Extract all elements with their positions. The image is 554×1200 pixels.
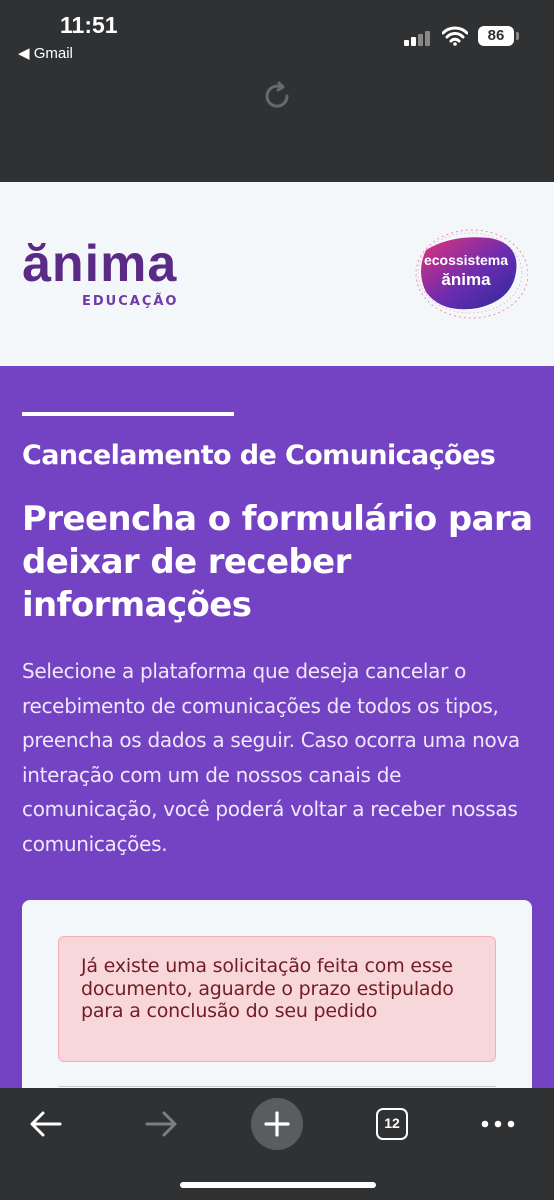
site-header: ănima EDUCAÇÃO ecossistema ănima [0, 182, 554, 366]
tabs-button[interactable]: 12 [366, 1098, 418, 1150]
ecossistema-anima-badge: ecossistema ănima [412, 226, 529, 322]
tab-count-badge: 12 [376, 1108, 408, 1140]
battery-indicator: 86 [478, 26, 519, 46]
status-time: 11:51 [60, 12, 118, 38]
status-bar: 11:51 ◀ Gmail 86 [0, 0, 554, 78]
browser-toolbar: 12 [0, 1088, 554, 1200]
page-title: Preencha o formulário para deixar de rec… [22, 499, 533, 625]
badge-line-2: ănima [441, 270, 491, 289]
more-dots-icon [481, 1120, 515, 1128]
hero-section: Cancelamento de Comunicações Preencha o … [0, 366, 554, 1100]
plus-icon [264, 1111, 290, 1137]
form-card: Já existe uma solicitação feita com esse… [22, 900, 532, 1100]
logo-subtitle: EDUCAÇÃO [82, 294, 179, 309]
new-tab-button[interactable] [251, 1098, 303, 1150]
anima-educacao-logo[interactable]: ănima EDUCAÇÃO [22, 235, 178, 309]
page-description: Selecione a plataforma que deseja cancel… [22, 659, 520, 856]
badge-line-1: ecossistema [423, 252, 509, 268]
arrow-left-icon [30, 1111, 62, 1137]
accent-divider [22, 412, 234, 416]
forward-button[interactable] [135, 1098, 187, 1150]
more-menu-button[interactable] [472, 1098, 524, 1150]
browser-top-bar [0, 78, 554, 182]
home-indicator [180, 1182, 376, 1188]
wifi-icon [442, 26, 468, 46]
error-alert: Já existe uma solicitação feita com esse… [58, 936, 496, 1062]
logo-wordmark: ănima [22, 235, 178, 293]
section-label: Cancelamento de Comunicações [22, 440, 496, 471]
reload-icon[interactable] [259, 78, 295, 114]
arrow-right-icon [145, 1111, 177, 1137]
back-to-gmail-link[interactable]: ◀ Gmail [18, 44, 73, 62]
back-button[interactable] [20, 1098, 72, 1150]
cellular-signal-icon [404, 30, 432, 46]
